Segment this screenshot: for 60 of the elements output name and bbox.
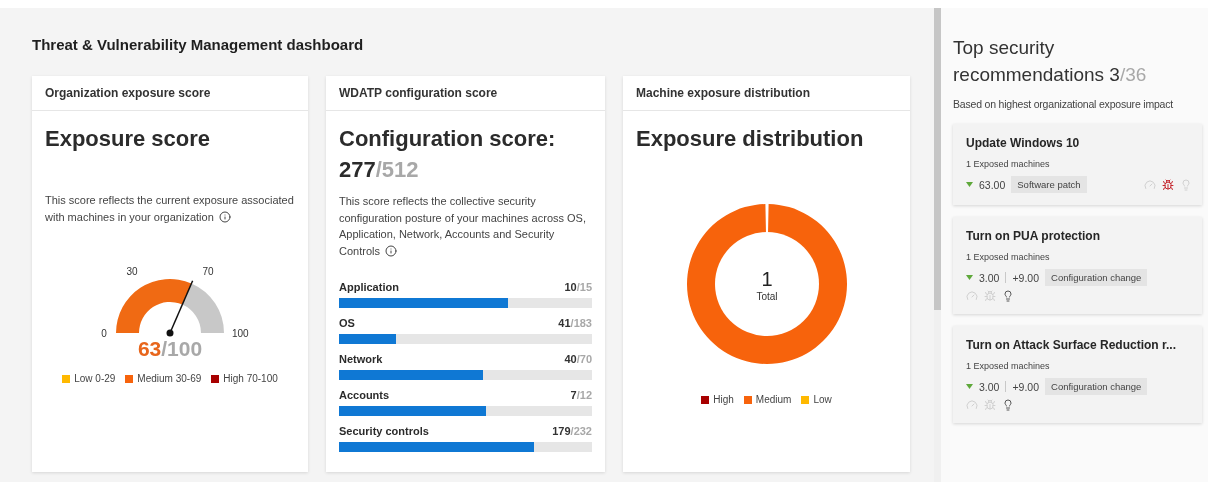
gauge-tick-label: 30 [126, 266, 138, 277]
exposed-machines: 1 Exposed machines [966, 361, 1051, 371]
down-triangle-icon [966, 384, 973, 389]
category-label: OS [339, 317, 355, 329]
recommendation-card[interactable]: Turn on Attack Surface Reduction r... 1 Exposed machines 3.00 +9.00 Configuration change [953, 326, 1202, 423]
info-icon[interactable] [384, 244, 397, 257]
info-icon[interactable] [218, 210, 231, 223]
recommendation-card[interactable]: Update Windows 10 1 Exposed machines 63.00 Software patch [953, 124, 1202, 205]
card-title: Exposure distribution [636, 125, 865, 153]
donut-total-label: Total [755, 291, 778, 302]
remediation-tag: Software patch [1011, 176, 1087, 193]
recommendation-title: Update Windows 10 [966, 136, 1081, 150]
remediation-tag: Configuration change [1045, 269, 1148, 286]
category-score: 7/12 [570, 389, 592, 401]
gauge-needle [166, 279, 194, 337]
exposure-impact: 3.00 [979, 380, 1000, 393]
legend-label: Low 0-29 [74, 373, 116, 384]
card-header: Machine exposure distribution [623, 76, 910, 111]
category-score: 41/183 [558, 317, 592, 329]
exposure-impact: 3.00 [979, 271, 1000, 284]
legend-label: Medium 30-69 [137, 373, 202, 384]
panel-title: Top security recommendations 3/36 [953, 36, 1148, 87]
configuration-impact: +9.00 [1012, 380, 1039, 393]
legend-label: Medium [755, 394, 792, 405]
card-description: This score reflects the current exposure associated with machines in your organization [45, 193, 295, 225]
legend-label: High [713, 394, 734, 405]
down-triangle-icon [966, 182, 973, 187]
card-header: WDATP configuration score [326, 76, 605, 111]
exposure-score: 63/100 [136, 337, 204, 361]
scrollbar[interactable] [934, 8, 941, 310]
remediation-tag: Configuration change [1045, 378, 1148, 395]
recommendation-card[interactable]: Turn on PUA protection 1 Exposed machines 3.00 +9.00 Configuration change [953, 217, 1202, 314]
exposed-machines: 1 Exposed machines [966, 252, 1051, 262]
gauge-tick-label: 100 [232, 328, 249, 339]
configuration-impact: +9.00 [1012, 271, 1039, 284]
category-score: 40/70 [564, 353, 592, 365]
gauge-tick-label: 70 [202, 266, 214, 277]
card-description: This score reflects the collective security configuration posture of your machines across OS, Application, Network, Accounts and Security Controls [339, 194, 587, 259]
legend-label: Low [813, 394, 832, 405]
category-label: Security controls [339, 425, 429, 437]
card-title: Configuration score: [339, 125, 557, 153]
gauge-tick-label: 0 [101, 328, 107, 339]
donut-total: 1 [760, 268, 773, 290]
card-title: Exposure score [45, 125, 212, 153]
category-label: Accounts [339, 389, 390, 401]
category-score: 179/232 [552, 425, 592, 437]
dashboard-title: Threat & Vulnerability Management dashboard [32, 36, 365, 53]
card-header: Organization exposure score [32, 76, 308, 111]
down-triangle-icon [966, 275, 973, 280]
exposed-machines: 1 Exposed machines [966, 159, 1051, 169]
legend-label: High 70-100 [223, 373, 278, 384]
category-score: 10/15 [564, 281, 592, 293]
panel-subtitle: Based on highest organizational exposure impact [953, 98, 1174, 110]
gauge-track [182, 283, 224, 333]
category-label: Application [339, 281, 399, 293]
configuration-score: 277/512 [339, 156, 420, 184]
recommendation-title: Turn on Attack Surface Reduction r... [966, 338, 1178, 352]
recommendation-title: Turn on PUA protection [966, 229, 1101, 243]
category-label: Network [339, 353, 383, 365]
exposure-impact: 63.00 [979, 178, 1006, 191]
